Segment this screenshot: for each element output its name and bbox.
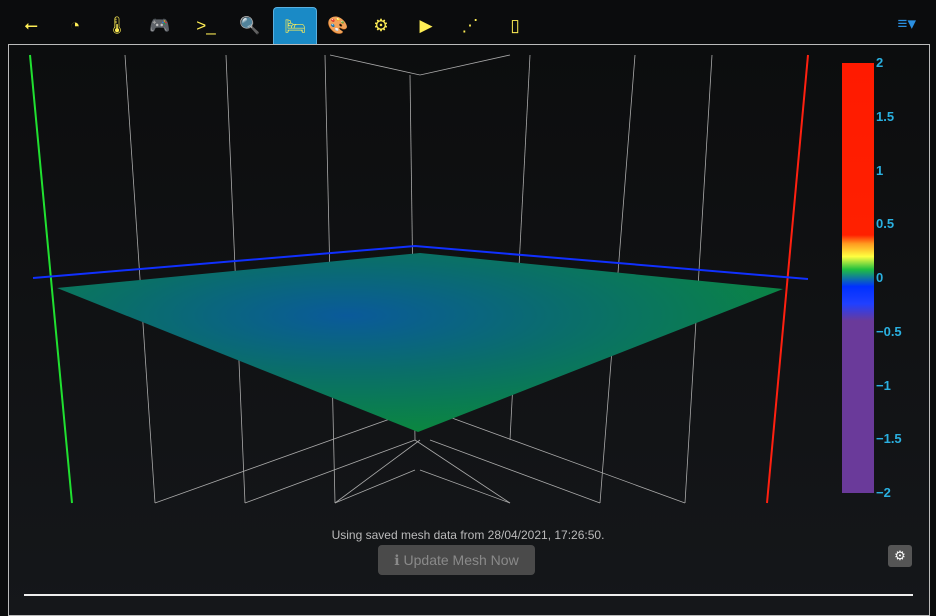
colorbar-tick: −0.5	[876, 323, 902, 339]
colorbar-tick: 1	[876, 162, 884, 178]
colorbar-tick: 0.5	[876, 216, 895, 232]
colorbar-tick: 1.5	[876, 108, 895, 124]
settings-button[interactable]: ⚙	[888, 545, 912, 567]
update-mesh-button[interactable]: ℹ Update Mesh Now	[378, 545, 535, 575]
colorbar	[842, 63, 874, 493]
colorbar-tick: 0	[876, 270, 884, 285]
colorbar-tick: −1.5	[876, 431, 902, 447]
divider	[24, 594, 913, 596]
mesh-surface	[57, 253, 783, 432]
info-icon: ℹ	[394, 552, 400, 568]
colorbar-tick: −2	[876, 485, 891, 500]
gear-icon: ⚙	[894, 548, 906, 563]
mesh-plot[interactable]	[0, 0, 936, 606]
mesh-info-text: Using saved mesh data from 28/04/2021, 1…	[331, 528, 605, 542]
update-mesh-label: Update Mesh Now	[403, 552, 519, 568]
colorbar-tick: 2	[876, 55, 884, 70]
colorbar-tick: −1	[876, 377, 891, 393]
y-axis	[29, 54, 73, 504]
